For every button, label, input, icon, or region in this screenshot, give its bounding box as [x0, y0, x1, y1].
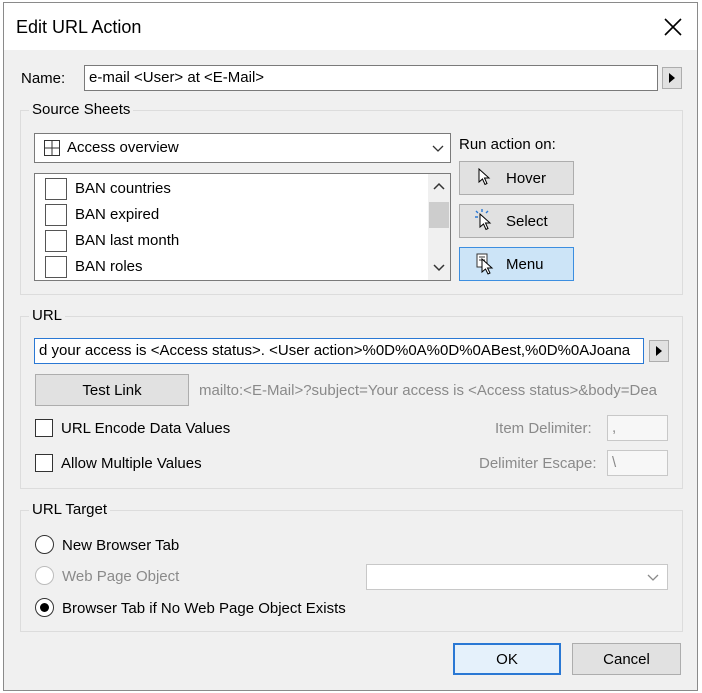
- close-button[interactable]: [655, 9, 691, 45]
- title-bar: Edit URL Action: [4, 3, 697, 50]
- edit-url-action-dialog: Edit URL Action Name: e-mail <User> at <…: [3, 2, 698, 691]
- name-insert-field-button[interactable]: [662, 67, 682, 89]
- url-encode-checkbox[interactable]: [35, 419, 53, 437]
- caret-right-icon: [656, 346, 662, 356]
- select-button-label: Select: [506, 213, 548, 230]
- url-preview-text: mailto:<E-Mail>?subject=Your access is <…: [199, 382, 658, 399]
- cancel-button-label: Cancel: [603, 650, 650, 668]
- name-label: Name:: [21, 70, 66, 87]
- dialog-title: Edit URL Action: [16, 17, 142, 37]
- menu-pointer-icon: [476, 253, 494, 275]
- sheet-list[interactable]: BAN countries BAN expired BAN last month…: [34, 173, 451, 281]
- list-item-label: BAN expired: [75, 206, 160, 223]
- list-item-label: BAN countries: [75, 180, 171, 197]
- new-browser-tab-radio[interactable]: [35, 535, 54, 554]
- item-delimiter-input[interactable]: ,: [607, 415, 668, 441]
- scrollbar-thumb[interactable]: [429, 202, 449, 228]
- new-browser-tab-label: New Browser Tab: [62, 537, 180, 554]
- scroll-down-icon[interactable]: [433, 264, 445, 272]
- scroll-up-icon[interactable]: [433, 182, 445, 190]
- browser-tab-fallback-radio[interactable]: [35, 598, 54, 617]
- sheet-dropdown[interactable]: Access overview: [34, 133, 451, 163]
- cancel-button[interactable]: Cancel: [572, 643, 681, 675]
- caret-right-icon: [669, 73, 675, 83]
- menu-button[interactable]: Menu: [459, 247, 574, 281]
- hover-button-label: Hover: [506, 170, 547, 187]
- chevron-down-icon: [647, 574, 659, 581]
- url-input[interactable]: d your access is <Access status>. <User …: [34, 338, 644, 364]
- test-link-button[interactable]: Test Link: [35, 374, 189, 406]
- delimiter-escape-input[interactable]: \: [607, 450, 668, 476]
- url-encode-label: URL Encode Data Values: [61, 420, 231, 437]
- source-sheets-label: Source Sheets: [29, 101, 134, 118]
- chevron-down-icon: [432, 145, 444, 152]
- url-target-label: URL Target: [29, 501, 111, 518]
- radio-selected-dot: [40, 603, 49, 612]
- browser-tab-fallback-label: Browser Tab if No Web Page Object Exists: [62, 600, 346, 617]
- select-button[interactable]: Select: [459, 204, 574, 238]
- web-page-object-radio[interactable]: [35, 566, 54, 585]
- menu-button-label: Menu: [506, 256, 544, 273]
- allow-multiple-label: Allow Multiple Values: [61, 455, 202, 472]
- web-page-object-dropdown[interactable]: [366, 564, 668, 590]
- sheet-dropdown-value: Access overview: [67, 139, 179, 156]
- close-icon: [664, 18, 682, 36]
- list-item-label: BAN last month: [75, 232, 180, 249]
- name-input[interactable]: e-mail <User> at <E-Mail>: [84, 65, 658, 91]
- url-insert-field-button[interactable]: [649, 340, 669, 362]
- delimiter-escape-label: Delimiter Escape:: [479, 455, 597, 472]
- list-item-checkbox[interactable]: [45, 204, 67, 226]
- hover-button[interactable]: Hover: [459, 161, 574, 195]
- pointer-icon: [478, 168, 491, 186]
- list-scrollbar[interactable]: [428, 174, 450, 280]
- ok-button[interactable]: OK: [453, 643, 561, 675]
- test-link-label: Test Link: [82, 381, 142, 399]
- dashboard-grid-icon: [44, 140, 60, 156]
- web-page-object-label: Web Page Object: [62, 568, 180, 585]
- list-item-label: BAN roles: [75, 258, 143, 275]
- item-delimiter-label: Item Delimiter:: [495, 420, 592, 437]
- allow-multiple-checkbox[interactable]: [35, 454, 53, 472]
- url-group-label: URL: [29, 307, 66, 324]
- ok-button-label: OK: [496, 650, 518, 668]
- list-item-checkbox[interactable]: [45, 230, 67, 252]
- list-item-checkbox[interactable]: [45, 256, 67, 278]
- run-action-label: Run action on:: [459, 136, 556, 153]
- list-item-checkbox[interactable]: [45, 178, 67, 200]
- click-pointer-icon: [475, 209, 492, 231]
